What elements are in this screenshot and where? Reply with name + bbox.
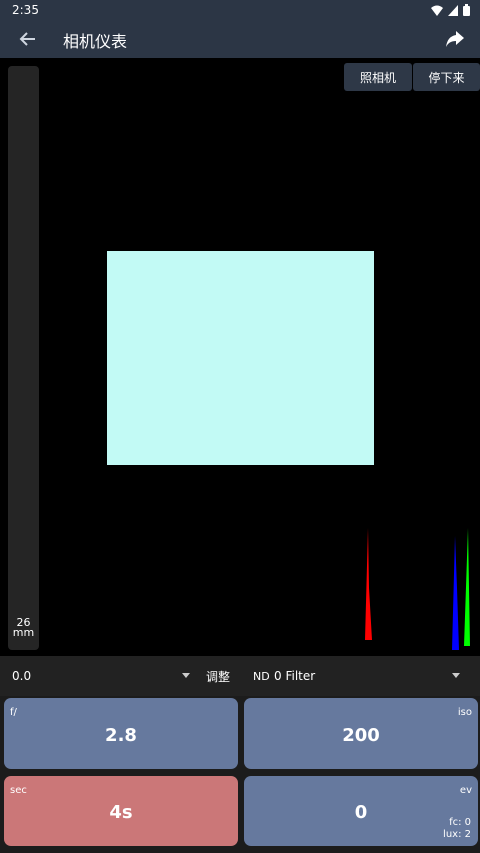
camera-viewfinder[interactable]: 26 mm 照相机 停下来 xyxy=(0,58,480,656)
ev-card[interactable]: ev 0 fc: 0 lux: 2 xyxy=(244,776,478,846)
page-title: 相机仪表 xyxy=(63,32,128,51)
status-icons xyxy=(431,4,470,16)
aperture-label: f/ xyxy=(10,707,17,718)
exposure-panel: f/ 2.8 iso 200 sec 4s ev 0 fc: 0 lux: 2 xyxy=(0,696,480,853)
status-bar: 2:35 xyxy=(0,0,480,20)
app-bar: 相机仪表 xyxy=(0,20,480,58)
zoom-slider[interactable]: 26 mm xyxy=(8,66,39,650)
aperture-value: 2.8 xyxy=(105,725,137,746)
back-button[interactable] xyxy=(17,29,39,49)
nd-dropdown-icon[interactable] xyxy=(452,673,460,678)
exposure-dropdown-icon[interactable] xyxy=(182,673,190,678)
camera-button[interactable]: 照相机 xyxy=(344,63,412,91)
iso-label: iso xyxy=(457,707,472,718)
shutter-label: sec xyxy=(10,785,27,796)
arrow-back-icon xyxy=(19,32,35,46)
controls-row: 0.0 调整 ND 0 Filter xyxy=(0,656,480,696)
aperture-card[interactable]: f/ 2.8 xyxy=(4,698,238,769)
nd-label: ND xyxy=(253,670,270,683)
iso-value: 200 xyxy=(342,725,380,746)
ev-value: 0 xyxy=(354,802,368,823)
battery-icon xyxy=(463,4,470,16)
share-icon xyxy=(446,31,464,47)
exposure-compensation-value[interactable]: 0.0 xyxy=(12,669,31,683)
iso-card[interactable]: iso 200 xyxy=(244,698,478,769)
histogram-red xyxy=(365,528,372,640)
shutter-card[interactable]: sec 4s xyxy=(4,776,238,846)
share-button[interactable] xyxy=(444,28,466,50)
signal-icon xyxy=(448,4,458,16)
shutter-value: 4s xyxy=(109,802,133,823)
histogram-green xyxy=(464,528,470,646)
nd-filter-select[interactable]: 0 Filter xyxy=(274,669,315,683)
histogram-blue xyxy=(452,536,459,650)
metering-area[interactable] xyxy=(107,251,374,465)
wifi-icon xyxy=(431,5,443,16)
ev-label: ev xyxy=(459,785,472,796)
fc-value: fc: 0 xyxy=(449,817,471,828)
stop-button[interactable]: 停下来 xyxy=(413,63,480,91)
lux-value: lux: 2 xyxy=(443,829,471,840)
status-time: 2:35 xyxy=(12,3,39,17)
zoom-unit: mm xyxy=(12,626,35,639)
adjust-label: 调整 xyxy=(206,670,231,684)
